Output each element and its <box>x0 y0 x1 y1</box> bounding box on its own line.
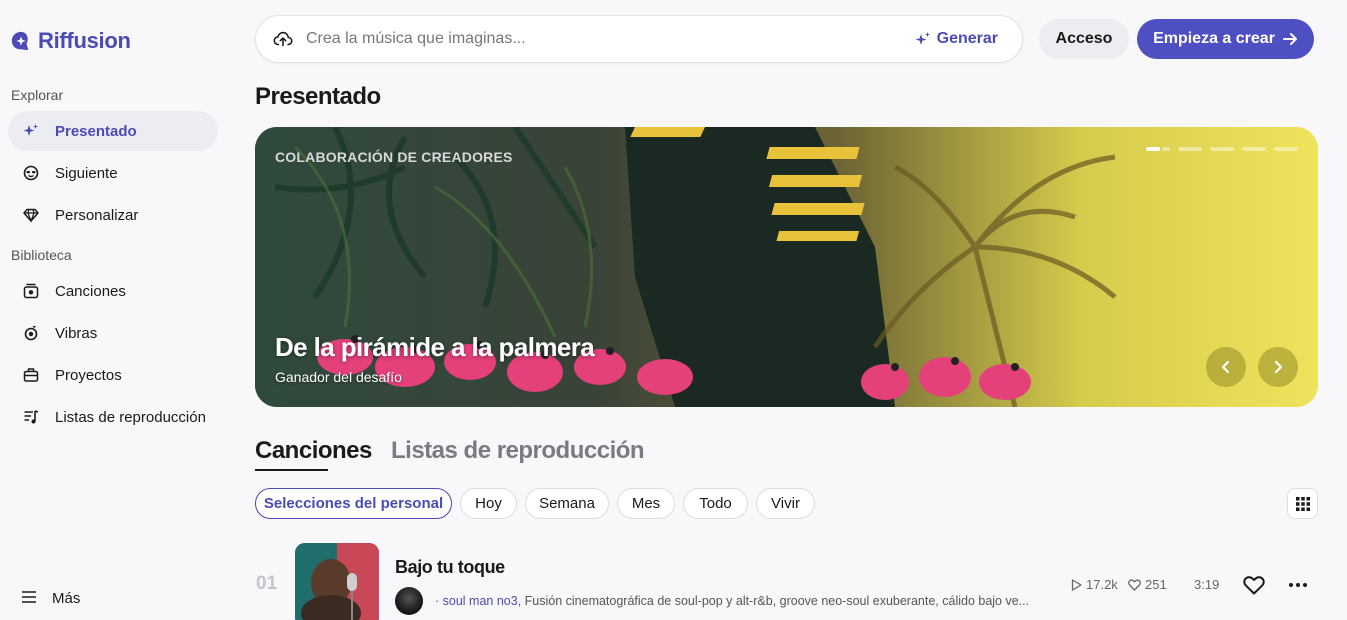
carousel-dot-progress <box>1162 147 1170 151</box>
sidebar-item-label: Canciones <box>55 282 126 300</box>
hero-artwork <box>255 127 1318 407</box>
sidebar-item-siguiente[interactable]: Siguiente <box>8 153 218 193</box>
active-tab-indicator <box>255 469 328 471</box>
track-author[interactable]: soul man no3 <box>443 594 518 608</box>
sidebar-item-vibras[interactable]: Vibras <box>8 313 218 353</box>
explore-section-label: Explorar <box>11 87 64 103</box>
track-title[interactable]: Bajo tu toque <box>395 557 505 578</box>
sparkle-icon <box>915 32 930 45</box>
heart-outline-icon <box>1128 578 1141 591</box>
carousel-dot[interactable] <box>1146 147 1160 151</box>
carousel-dot[interactable] <box>1242 147 1266 151</box>
like-button[interactable] <box>1242 573 1266 597</box>
tab-canciones[interactable]: Canciones <box>255 437 372 465</box>
track-description: , Fusión cinematográfica de soul-pop y a… <box>517 594 1030 608</box>
filter-chip-week[interactable]: Semana <box>525 488 609 519</box>
grid-view-button[interactable] <box>1287 488 1318 519</box>
sidebar-item-label: Vibras <box>55 324 98 342</box>
tab-listas[interactable]: Listas de reproducción <box>391 437 645 465</box>
generate-button[interactable]: Generar <box>915 30 998 48</box>
sidebar-item-proyectos[interactable]: Proyectos <box>8 355 218 395</box>
chevron-right-icon <box>1274 360 1283 374</box>
more-menu-button[interactable]: Más <box>22 590 80 607</box>
like-count: 251 <box>1128 577 1167 592</box>
arrow-right-icon <box>1282 33 1297 45</box>
start-creating-label: Empieza a crear <box>1153 30 1275 47</box>
carousel-next-button[interactable] <box>1258 347 1298 387</box>
logo-icon <box>11 31 29 51</box>
more-label: Más <box>52 590 81 607</box>
hero-subtitle: Ganador del desafío <box>275 369 402 385</box>
carousel-dot[interactable] <box>1274 147 1298 151</box>
carousel-prev-button[interactable] <box>1206 347 1246 387</box>
library-section-label: Biblioteca <box>11 247 72 263</box>
meta-separator: · <box>435 594 443 608</box>
featured-carousel[interactable]: COLABORACIÓN DE CREADORES De la pirámide… <box>255 127 1318 407</box>
track-meta: · soul man no3, Fusión cinematográfica d… <box>435 594 1047 608</box>
sidebar-item-label: Personalizar <box>55 206 139 224</box>
play-count-value: 17.2k <box>1086 577 1118 592</box>
cover-artwork <box>295 543 379 620</box>
ellipsis-icon <box>1289 583 1307 587</box>
author-avatar[interactable] <box>395 587 423 615</box>
cloud-upload-icon <box>273 31 293 47</box>
play-count: 17.2k <box>1071 577 1118 592</box>
sidebar-item-label: Listas de reproducción <box>55 408 206 426</box>
hamburger-icon <box>22 590 36 607</box>
sidebar-item-label: Presentado <box>55 122 137 140</box>
filter-chip-today[interactable]: Hoy <box>460 488 517 519</box>
playlist-icon <box>23 409 39 425</box>
carousel-dot[interactable] <box>1210 147 1234 151</box>
track-cover[interactable] <box>295 543 379 620</box>
filter-chip-staff-picks[interactable]: Selecciones del personal <box>255 488 452 519</box>
track-rank: 01 <box>256 573 278 594</box>
filter-chip-all[interactable]: Todo <box>683 488 748 519</box>
hero-title[interactable]: De la pirámide a la palmera <box>275 332 595 363</box>
search-bar: Generar <box>255 15 1023 63</box>
generate-label: Generar <box>936 30 998 47</box>
carousel-indicators <box>1146 147 1298 151</box>
chevron-left-icon <box>1221 360 1230 374</box>
filter-chip-live[interactable]: Vivir <box>756 488 815 519</box>
heart-icon <box>1243 576 1265 595</box>
sparkle-icon <box>23 123 39 139</box>
sidebar-item-canciones[interactable]: Canciones <box>8 271 218 311</box>
play-icon <box>1071 578 1082 591</box>
sidebar-item-listas[interactable]: Listas de reproducción <box>8 397 218 437</box>
face-icon <box>23 165 39 181</box>
gem-icon <box>23 207 39 223</box>
track-duration: 3:19 <box>1194 577 1220 592</box>
track-more-button[interactable] <box>1286 573 1310 597</box>
vibes-icon <box>23 325 39 341</box>
sidebar-item-label: Siguiente <box>55 164 118 182</box>
sidebar-item-label: Proyectos <box>55 366 122 384</box>
filter-chip-month[interactable]: Mes <box>617 488 675 519</box>
sidebar-item-personalizar[interactable]: Personalizar <box>8 195 218 235</box>
sidebar: Riffusion Explorar Presentado Siguiente … <box>0 0 230 620</box>
like-count-value: 251 <box>1145 577 1167 592</box>
songs-icon <box>23 283 39 299</box>
sidebar-item-presentado[interactable]: Presentado <box>8 111 218 151</box>
carousel-dot[interactable] <box>1178 147 1202 151</box>
start-creating-button[interactable]: Empieza a crear <box>1137 19 1314 59</box>
grid-icon <box>1295 496 1310 511</box>
login-button[interactable]: Acceso <box>1039 19 1129 59</box>
logo-text: Riffusion <box>38 28 131 53</box>
search-input[interactable] <box>306 30 915 48</box>
app-root: Riffusion Explorar Presentado Siguiente … <box>0 0 1347 620</box>
hero-kicker: COLABORACIÓN DE CREADORES <box>275 149 513 165</box>
logo[interactable]: Riffusion <box>10 28 131 54</box>
briefcase-icon <box>23 367 39 383</box>
page-title: Presentado <box>255 83 381 110</box>
